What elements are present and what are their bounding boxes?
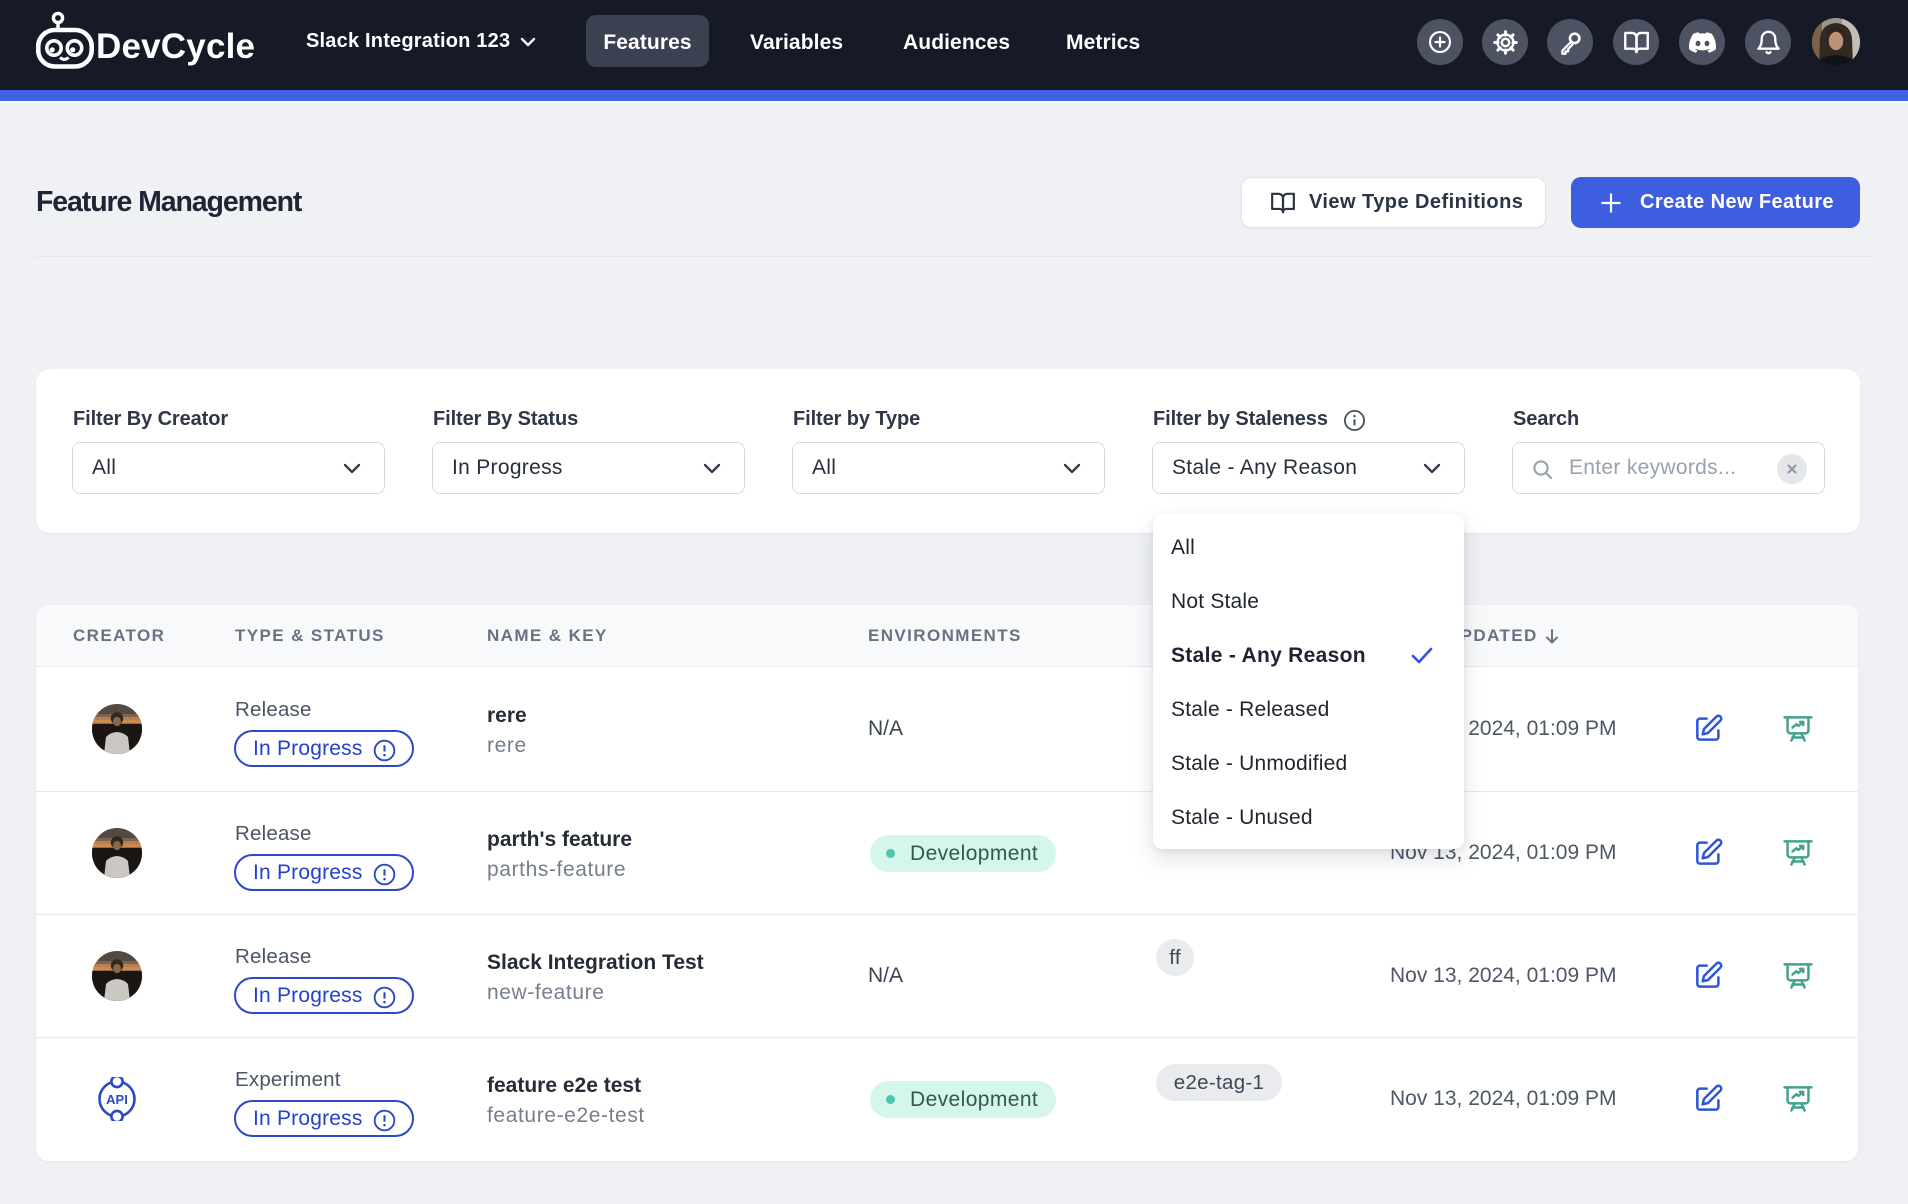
svg-text:API: API: [106, 1092, 128, 1107]
